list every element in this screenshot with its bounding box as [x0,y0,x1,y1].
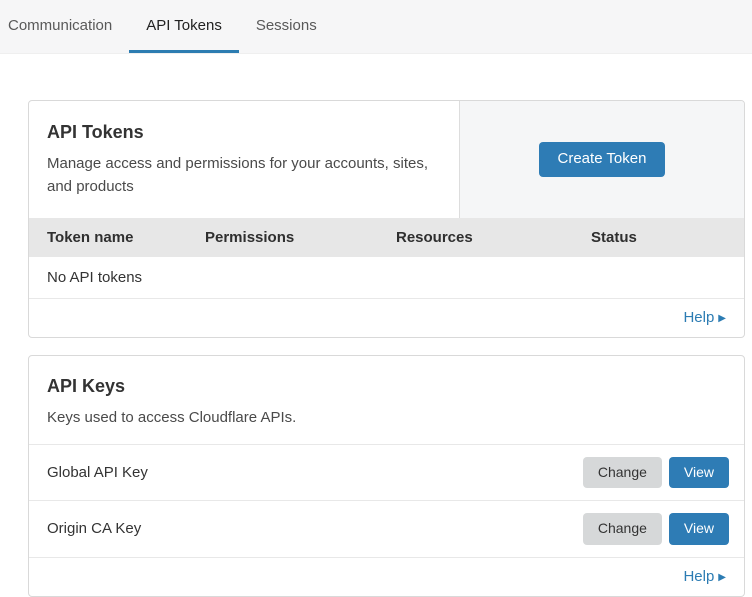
column-header-token-name: Token name [47,229,205,246]
create-token-button[interactable]: Create Token [539,142,666,177]
api-keys-title: API Keys [47,376,726,397]
origin-ca-key-row: Origin CA Key Change View [29,501,744,557]
token-table-empty-message: No API tokens [29,257,744,299]
global-api-key-label: Global API Key [47,464,583,481]
api-keys-description: Keys used to access Cloudflare APIs. [47,406,443,429]
api-tokens-title: API Tokens [47,122,441,143]
global-api-key-change-button[interactable]: Change [583,457,662,488]
tab-communication[interactable]: Communication [8,0,129,53]
api-keys-card-header: API Keys Keys used to access Cloudflare … [29,356,744,445]
api-tokens-help-link[interactable]: Help ▶ [683,309,726,326]
tab-api-tokens[interactable]: API Tokens [129,0,239,53]
api-keys-card-footer: Help ▶ [29,558,744,596]
column-header-status: Status [591,229,744,246]
global-api-key-view-button[interactable]: View [669,457,729,488]
api-tokens-action-panel: Create Token [459,101,744,218]
api-keys-card: API Keys Keys used to access Cloudflare … [28,355,745,597]
settings-tab-bar: Communication API Tokens Sessions [0,0,752,54]
origin-ca-key-view-button[interactable]: View [669,513,729,544]
global-api-key-actions: Change View [583,457,729,488]
help-arrow-icon: ▶ [718,313,726,324]
api-tokens-card: API Tokens Manage access and permissions… [28,100,745,338]
api-tokens-card-footer: Help ▶ [29,299,744,337]
api-tokens-card-header: API Tokens Manage access and permissions… [29,101,744,218]
token-table-header-row: Token name Permissions Resources Status [29,218,744,257]
column-header-permissions: Permissions [205,229,396,246]
origin-ca-key-label: Origin CA Key [47,520,583,537]
column-header-resources: Resources [396,229,591,246]
api-tokens-card-header-text: API Tokens Manage access and permissions… [29,101,459,218]
api-tokens-description: Manage access and permissions for your a… [47,152,441,199]
origin-ca-key-actions: Change View [583,513,729,544]
help-arrow-icon: ▶ [718,572,726,583]
global-api-key-row: Global API Key Change View [29,445,744,501]
api-keys-help-link[interactable]: Help ▶ [683,568,726,585]
help-link-label: Help [683,568,714,585]
origin-ca-key-change-button[interactable]: Change [583,513,662,544]
tab-sessions[interactable]: Sessions [239,0,334,53]
help-link-label: Help [683,309,714,326]
